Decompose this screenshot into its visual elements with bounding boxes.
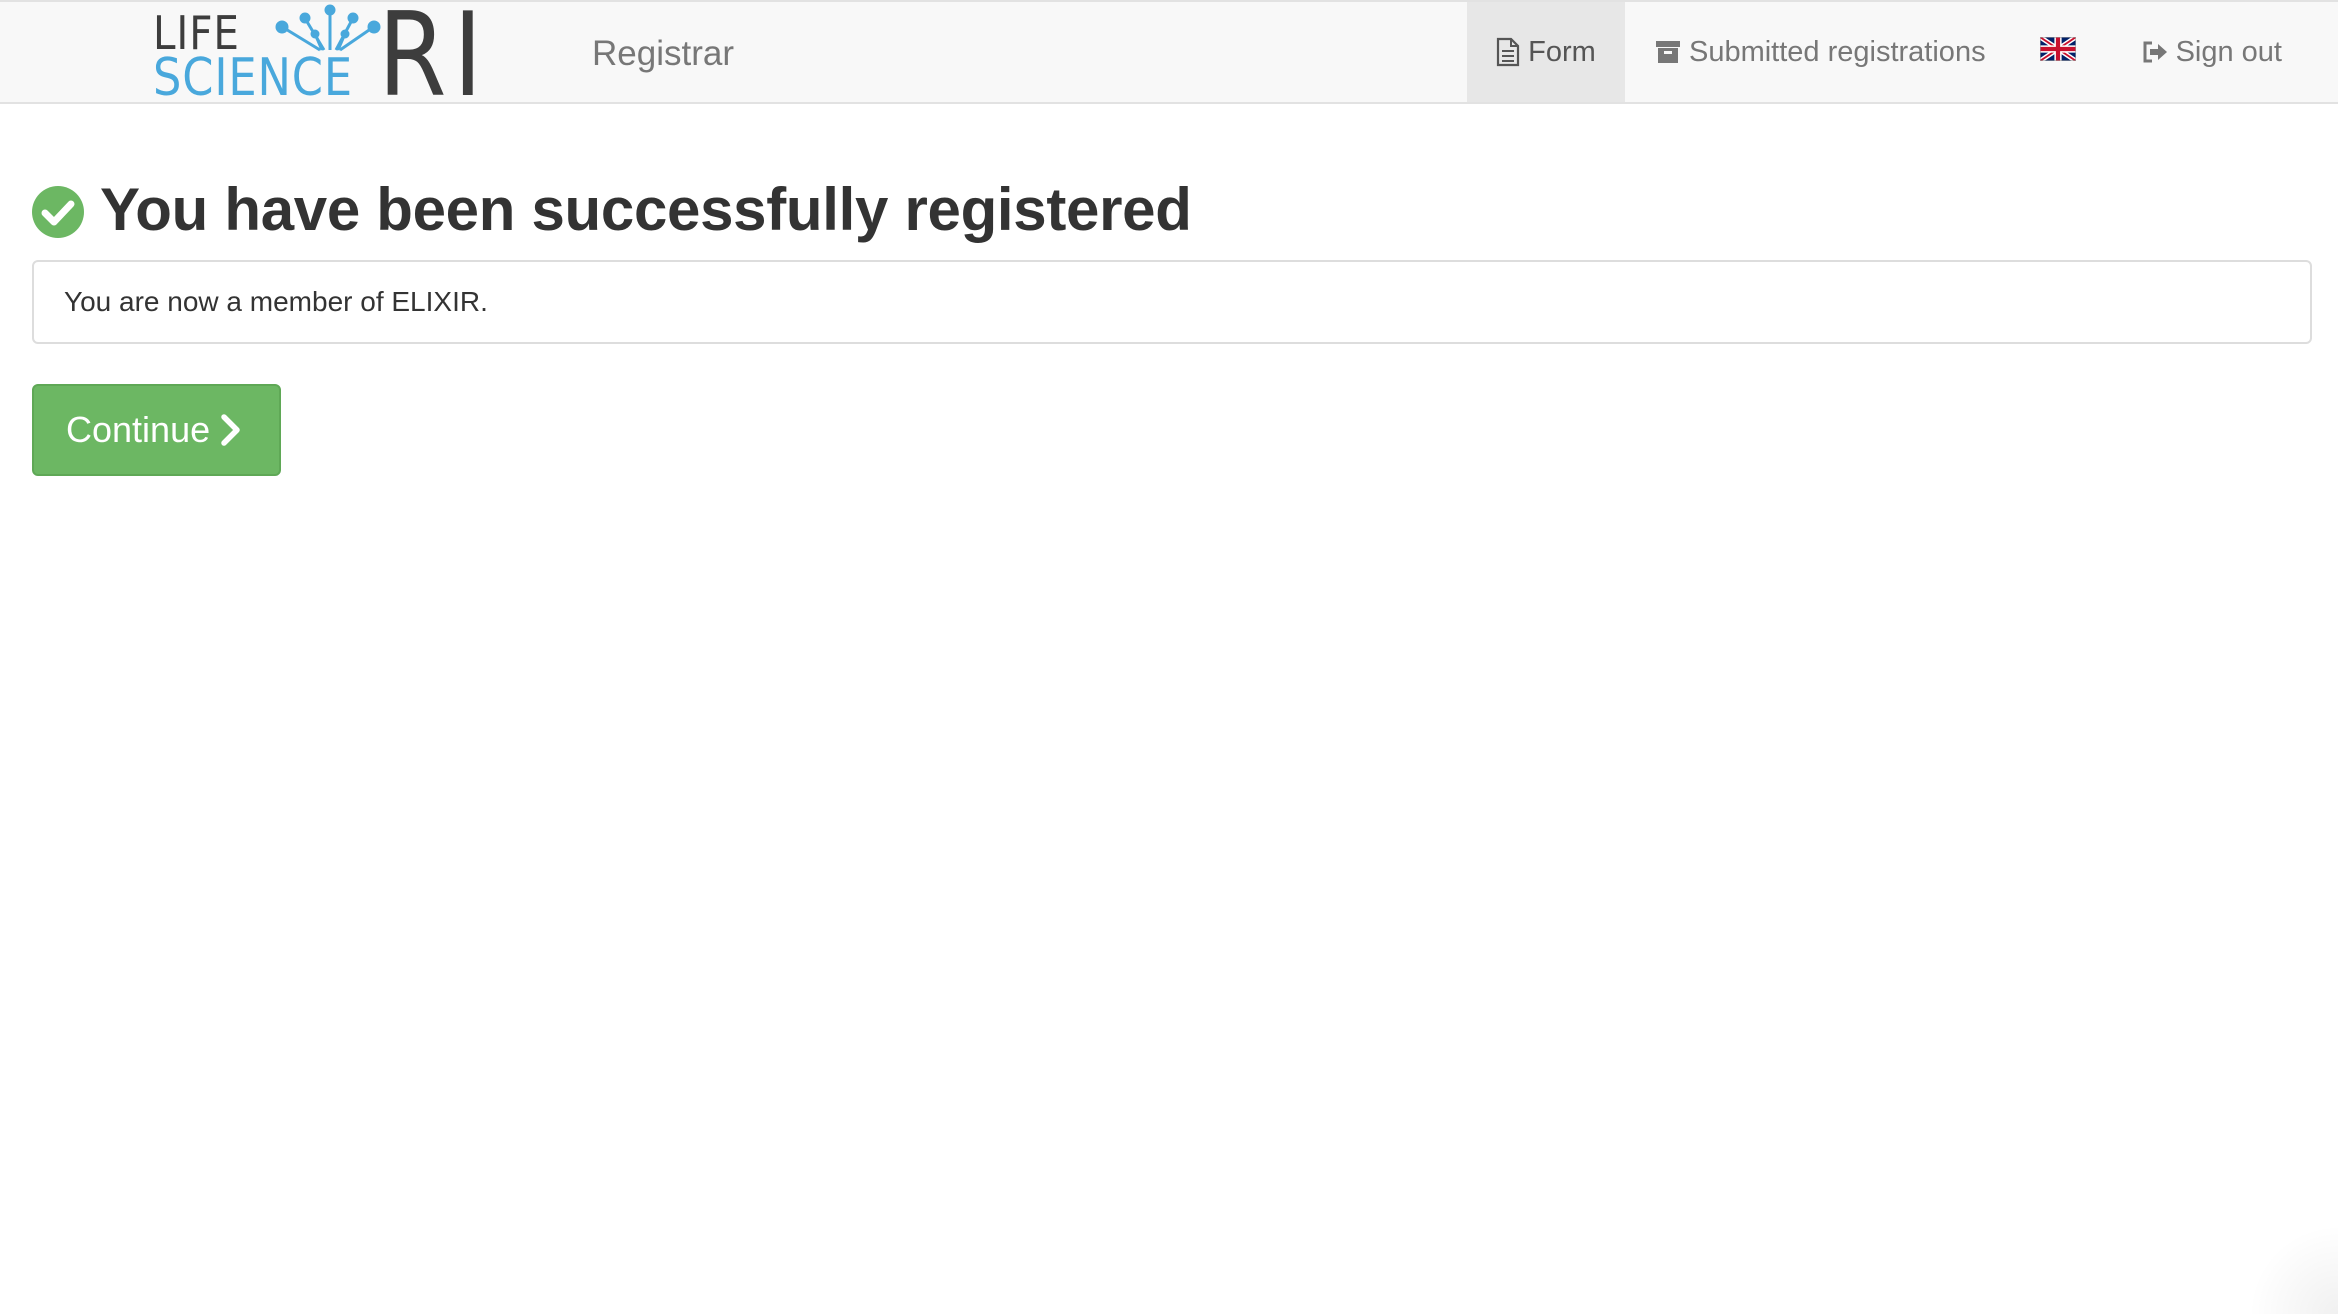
navbar-menu: Form Submitted registrations Sign out [1466, 2, 2338, 102]
nav-language-selector[interactable] [2016, 2, 2106, 102]
spark-burst-icon [275, 4, 381, 52]
success-heading: You have been successfully registered [32, 170, 2312, 250]
membership-message: You are now a member of ELIXIR. [64, 286, 488, 317]
nav-sign-out[interactable]: Sign out [2106, 2, 2338, 102]
page-title: You have been successfully registered [100, 176, 1192, 243]
uk-flag-icon [2038, 34, 2077, 69]
continue-label: Continue [66, 409, 211, 450]
chevron-right-icon [220, 414, 242, 446]
file-text-icon [1496, 37, 1520, 67]
membership-message-panel: You are now a member of ELIXIR. [32, 260, 2312, 344]
nav-submitted-registrations[interactable]: Submitted registrations [1625, 2, 2016, 102]
top-navbar: LIFE SCIENCE RI Registrar Form Submitted… [0, 0, 2338, 114]
check-circle-icon [32, 186, 84, 238]
corner-shadow [2248, 1224, 2338, 1314]
nav-submitted-label: Submitted registrations [1688, 35, 1986, 68]
nav-sign-out-label: Sign out [2175, 35, 2282, 68]
continue-button[interactable]: Continue [32, 384, 281, 476]
main-content: You have been successfully registered Yo… [32, 170, 2312, 476]
logo-text-science: SCIENCE [153, 48, 354, 108]
sign-out-icon [2142, 40, 2168, 64]
app-title[interactable]: Registrar [592, 32, 734, 76]
archive-box-icon [1655, 39, 1681, 65]
logo-text-ri: RI [378, 0, 490, 123]
nav-form-label: Form [1528, 35, 1596, 68]
life-science-ri-logo[interactable]: LIFE SCIENCE RI [150, 0, 482, 114]
nav-form-tab[interactable]: Form [1466, 2, 1625, 102]
